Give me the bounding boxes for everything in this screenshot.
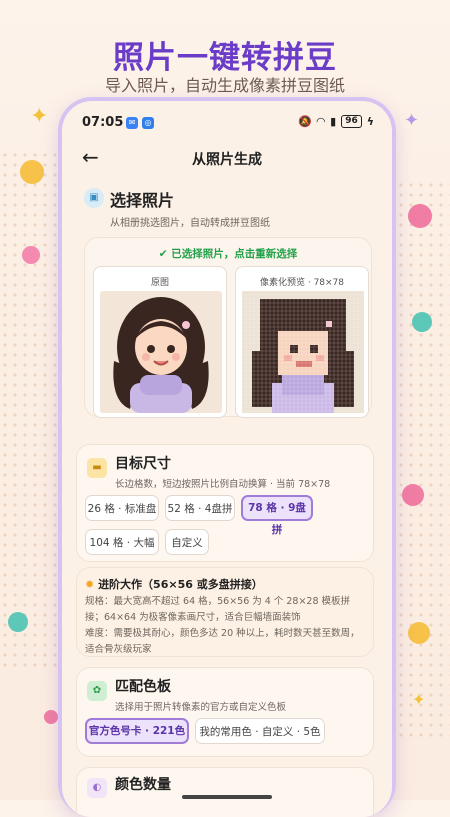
sparkle-icon: ✦ — [404, 110, 420, 131]
palette-icon: ✿ — [87, 681, 107, 701]
heart-bead-icon — [412, 312, 432, 332]
sparkle-icon: ✦ — [30, 104, 49, 129]
size-option-104[interactable]: 104 格 · 大幅 — [85, 529, 159, 555]
size-option-custom[interactable]: 自定义 — [165, 529, 209, 555]
advanced-difficulty: 难度：需要极其耐心，颜色多达 20 种以上，耗时数天甚至数周，适合骨灰级玩家 — [85, 628, 360, 655]
sim-icon: ▮ — [330, 115, 337, 128]
select-photo-title: 选择照片 — [110, 191, 175, 210]
heart-bead-icon — [408, 204, 432, 228]
heart-bead-icon — [402, 484, 424, 506]
app-screenshot: { "promo": { "title": "照片一键转拼豆", "subtit… — [0, 0, 450, 817]
sun-icon: ✹ — [85, 578, 95, 591]
mute-icon: 🔕 — [297, 115, 312, 128]
sparkle-icon: ✦ — [412, 690, 426, 709]
heart-bead-icon — [408, 622, 430, 644]
page-title: 从照片生成 — [192, 152, 262, 168]
size-option-78[interactable]: 78 格 · 9盘拼 — [241, 495, 313, 536]
home-indicator — [182, 795, 272, 799]
advanced-header: ✹ 进阶大作（56×56 或多盘拼接） — [85, 578, 263, 591]
check-circle-icon: ✔ — [158, 248, 168, 260]
app-notification-icon: ✉ — [126, 117, 138, 129]
photo-icon: ▣ — [84, 188, 104, 208]
original-photo — [100, 291, 222, 413]
color-count-icon: ◐ — [87, 778, 107, 798]
heart-bead-icon — [22, 246, 40, 264]
original-image-box: 原图 — [93, 266, 227, 418]
app-notification-icon: ◎ — [142, 117, 154, 129]
heart-bead-icon — [8, 612, 28, 632]
palette-desc: 选择用于照片转像素的官方或自定义色板 — [115, 702, 287, 713]
target-size-card: ▬ 目标尺寸 长边格数，短边按照片比例自动换算 · 当前 78×78 26 格 … — [76, 444, 374, 562]
select-photo-desc: 从相册挑选图片，自动转成拼豆图纸 — [110, 218, 270, 229]
ruler-icon: ▬ — [87, 458, 107, 478]
heart-bead-icon — [44, 710, 58, 724]
target-size-title: 目标尺寸 — [115, 456, 171, 472]
pixel-preview-image — [242, 291, 364, 413]
promo-title: 照片一键转拼豆 — [113, 40, 337, 76]
size-option-26[interactable]: 26 格 · 标准盘 — [85, 495, 159, 521]
pixel-preview-box: 像素化预览 · 78×78 — [235, 266, 369, 418]
target-size-desc: 长边格数，短边按照片比例自动换算 · 当前 78×78 — [115, 479, 331, 490]
palette-title: 匹配色板 — [115, 679, 171, 695]
background-dot-pattern — [396, 180, 450, 740]
heart-bead-icon — [20, 160, 44, 184]
palette-option-custom[interactable]: 我的常用色 · 自定义 · 5色 — [195, 718, 325, 744]
background-dot-pattern — [0, 150, 60, 670]
color-count-title: 颜色数量 — [115, 777, 171, 793]
status-bar: 07:05 ✉ ◎ 🔕 ◠ ▮ 96 ϟ — [82, 113, 374, 133]
preview-caption: 像素化预览 · 78×78 — [259, 278, 345, 288]
nav-bar: ← 从照片生成 — [62, 145, 392, 173]
status-icons: 🔕 ◠ ▮ 96 ϟ — [298, 115, 374, 128]
advanced-card: ✹ 进阶大作（56×56 或多盘拼接） 规格：最大宽高不超过 64 格，56×5… — [76, 567, 374, 657]
palette-option-official[interactable]: 官方色号卡 · 221色 — [85, 718, 189, 744]
battery-indicator: 96 — [341, 115, 362, 128]
photo-picker-card[interactable]: ✔ 已选择照片，点击重新选择 原图 像素化预览 · 78×78 — [84, 237, 372, 418]
status-time: 07:05 — [82, 115, 124, 130]
original-caption: 原图 — [150, 278, 169, 288]
size-option-52[interactable]: 52 格 · 4盘拼 — [165, 495, 235, 521]
promo-subtitle: 导入照片，自动生成像素拼豆图纸 — [104, 76, 345, 95]
selected-notice: ✔ 已选择照片，点击重新选择 — [158, 248, 298, 260]
charging-icon: ϟ — [366, 115, 374, 128]
phone-frame: 07:05 ✉ ◎ 🔕 ◠ ▮ 96 ϟ ← 从照片生成 ▣ 选择照片 从相册挑… — [58, 97, 396, 817]
app-screen: 07:05 ✉ ◎ 🔕 ◠ ▮ 96 ϟ ← 从照片生成 ▣ 选择照片 从相册挑… — [62, 101, 392, 817]
color-count-card: ◐ 颜色数量 — [76, 767, 374, 817]
wifi-icon: ◠ — [316, 115, 326, 128]
advanced-spec: 规格：最大宽高不超过 64 格，56×56 为 4 个 28×28 模板拼接；6… — [85, 596, 351, 623]
palette-card: ✿ 匹配色板 选择用于照片转像素的官方或自定义色板 官方色号卡 · 221色 我… — [76, 667, 374, 757]
